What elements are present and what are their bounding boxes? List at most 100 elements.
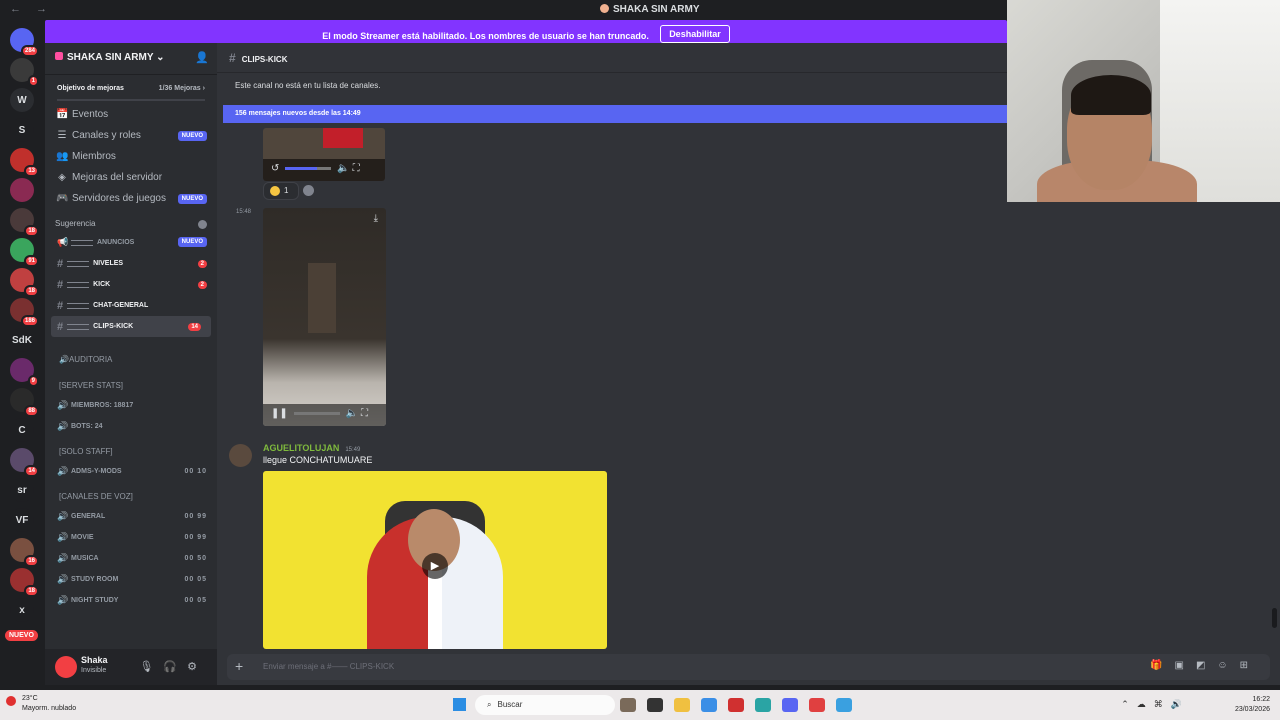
sticker-icon[interactable]: ◩ bbox=[1196, 660, 1217, 671]
server-icon[interactable]: 16 bbox=[10, 538, 39, 567]
seek-bar[interactable] bbox=[293, 411, 340, 415]
server-icon[interactable]: C bbox=[10, 418, 34, 442]
new-messages-bar[interactable]: 156 mensajes nuevos desde las 14:49 bbox=[223, 105, 1007, 123]
gift-icon[interactable]: 🎁 bbox=[1150, 660, 1174, 671]
menu-item[interactable]: ◈ Mejoras del servidor bbox=[45, 168, 217, 189]
close-icon[interactable] bbox=[198, 220, 207, 229]
server-icon[interactable]: 9 bbox=[10, 358, 39, 387]
channel-item[interactable]: # KICK 2 bbox=[45, 274, 217, 295]
server-icon[interactable]: S bbox=[10, 118, 34, 142]
channel-item[interactable]: # NIVELES 2 bbox=[45, 253, 217, 274]
server-icon[interactable]: sr bbox=[10, 478, 34, 502]
gif-icon[interactable]: ▣ bbox=[1174, 660, 1195, 671]
server-icon[interactable]: 14 bbox=[10, 448, 39, 477]
menu-item[interactable]: ☰ Canales y roles NUEVO bbox=[45, 126, 217, 147]
app-icon[interactable] bbox=[836, 698, 852, 712]
message-author[interactable]: AGUELITOLUJAN 15:49 bbox=[263, 443, 360, 453]
voice-channels-header[interactable]: [CANALES DE VOZ] bbox=[45, 486, 217, 506]
server-icon[interactable]: VF bbox=[10, 508, 34, 532]
server-icon[interactable]: W bbox=[10, 88, 34, 112]
video-attachment[interactable]: ↺ 🔈 ⛶ bbox=[263, 128, 385, 181]
server-icon[interactable]: x bbox=[10, 598, 34, 622]
menu-item[interactable]: 📅 Eventos bbox=[45, 105, 217, 126]
volume-icon[interactable]: 🔈 bbox=[346, 408, 358, 419]
server-icon[interactable]: SdK bbox=[10, 328, 34, 352]
channel-item[interactable]: # CLIPS-KICK 14 bbox=[51, 316, 211, 337]
invite-icon[interactable]: 👤 bbox=[195, 51, 209, 64]
apps-icon[interactable]: ⊞ bbox=[1240, 660, 1260, 671]
voice-channel[interactable]: 🔊 GENERAL 00 99 bbox=[45, 506, 217, 527]
message-input[interactable]: Enviar mensaje a #—— CLIPS-KICK bbox=[263, 662, 394, 671]
app-icon[interactable] bbox=[728, 698, 744, 712]
seek-bar[interactable] bbox=[285, 166, 332, 170]
server-icon[interactable]: 91 bbox=[10, 238, 39, 267]
server-icon[interactable]: 13 bbox=[10, 148, 39, 177]
discord-icon[interactable] bbox=[782, 698, 798, 712]
edge-icon[interactable] bbox=[755, 698, 771, 712]
play-icon[interactable]: ▶ bbox=[422, 553, 448, 579]
server-header[interactable]: SHAKA SIN ARMY ⌄ 👤 bbox=[45, 43, 217, 75]
voice-channel[interactable]: 🔊 MUSICA 00 50 bbox=[45, 548, 217, 569]
chevron-up-icon[interactable]: ⌃ bbox=[1121, 699, 1137, 709]
emoji-icon[interactable]: ☺ bbox=[1217, 660, 1239, 671]
speaker-icon: 🔊 bbox=[57, 466, 69, 476]
app-icon[interactable] bbox=[809, 698, 825, 712]
video-attachment[interactable]: ⤓ ❚❚ 🔈 ⛶ bbox=[263, 208, 386, 426]
app-icon[interactable] bbox=[620, 698, 636, 712]
network-icon[interactable]: ⌘ bbox=[1154, 699, 1171, 709]
nav-arrows[interactable]: ← → bbox=[10, 3, 53, 15]
plus-icon[interactable]: + bbox=[235, 658, 243, 674]
add-reaction-icon[interactable] bbox=[303, 185, 314, 196]
solo-staff-header[interactable]: [SOLO STAFF] bbox=[45, 441, 217, 461]
stat-channel[interactable]: 🔊 MIEMBROS: 18817 bbox=[45, 395, 217, 416]
app-icon[interactable] bbox=[701, 698, 717, 712]
disable-streamer-button[interactable]: Deshabilitar bbox=[660, 25, 730, 43]
volume-icon[interactable]: 🔈 bbox=[337, 163, 349, 174]
reaction[interactable]: 1 bbox=[263, 182, 299, 200]
audit-channel[interactable]: 🔊 AUDITORIA bbox=[45, 349, 217, 369]
menu-item[interactable]: 👥 Miembros bbox=[45, 147, 217, 168]
boost-goal[interactable]: Objetivo de mejoras 1/36 Mejoras › bbox=[51, 81, 211, 101]
taskbar-search[interactable]: ⌕ Buscar bbox=[475, 695, 615, 715]
replay-icon[interactable]: ↺ bbox=[271, 163, 279, 174]
headphones-icon[interactable]: 🎧 bbox=[163, 661, 187, 673]
server-stats-header[interactable]: [SERVER STATS] bbox=[45, 375, 217, 395]
fullscreen-icon[interactable]: ⛶ bbox=[361, 408, 368, 419]
server-icon[interactable]: 1 bbox=[10, 58, 39, 87]
suggested-channel[interactable]: 📢 ANUNCIOS NUEVO bbox=[45, 232, 217, 253]
weather-widget[interactable]: 23°C Mayorm. nublado bbox=[6, 694, 76, 714]
avatar[interactable] bbox=[229, 444, 252, 467]
folder-icon[interactable] bbox=[674, 698, 690, 712]
voice-channel[interactable]: 🔊 NIGHT STUDY 00 05 bbox=[45, 590, 217, 611]
server-icon[interactable]: 18 bbox=[10, 208, 39, 237]
server-icon[interactable]: 88 bbox=[10, 388, 39, 417]
stat-channel[interactable]: 🔊 BOTS: 24 bbox=[45, 416, 217, 437]
video-attachment[interactable]: ▶ bbox=[263, 471, 607, 649]
server-icon[interactable] bbox=[10, 178, 34, 202]
scrollbar[interactable] bbox=[1272, 608, 1277, 628]
window-title: SHAKA SIN ARMY bbox=[600, 4, 699, 15]
mic-icon[interactable]: 🎙 bbox=[139, 661, 163, 673]
message-composer[interactable]: + Enviar mensaje a #—— CLIPS-KICK 🎁▣◩☺⊞ bbox=[227, 654, 1270, 680]
server-icon[interactable]: 186 bbox=[10, 298, 39, 327]
voice-channel[interactable]: 🔊 ADMS-Y-MODS 00 10 bbox=[45, 461, 217, 482]
app-icon[interactable] bbox=[647, 698, 663, 712]
download-icon[interactable]: ⤓ bbox=[374, 213, 378, 224]
hash-icon: # bbox=[57, 320, 64, 333]
server-icon[interactable]: 284 bbox=[10, 28, 39, 57]
cloud-icon[interactable]: ☁ bbox=[1137, 699, 1154, 709]
server-icon[interactable]: 18 bbox=[10, 268, 39, 297]
avatar[interactable] bbox=[55, 656, 77, 678]
voice-channel[interactable]: 🔊 STUDY ROOM 00 05 bbox=[45, 569, 217, 590]
volume-icon[interactable]: 🔊 bbox=[1171, 699, 1190, 709]
clock[interactable]: 16:22 23/03/2026 bbox=[1235, 695, 1270, 715]
server-icon[interactable]: 18 bbox=[10, 568, 39, 597]
channel-item[interactable]: # CHAT-GENERAL bbox=[45, 295, 217, 316]
windows-start-icon[interactable] bbox=[453, 698, 466, 711]
voice-channel[interactable]: 🔊 MOVIE 00 99 bbox=[45, 527, 217, 548]
user-controls: 🎙🎧⚙ bbox=[139, 660, 207, 673]
fullscreen-icon[interactable]: ⛶ bbox=[353, 163, 360, 174]
menu-item[interactable]: 🎮 Servidores de juegos NUEVO bbox=[45, 189, 217, 210]
gear-icon[interactable]: ⚙ bbox=[187, 661, 207, 673]
pause-icon[interactable]: ❚❚ bbox=[271, 408, 288, 419]
